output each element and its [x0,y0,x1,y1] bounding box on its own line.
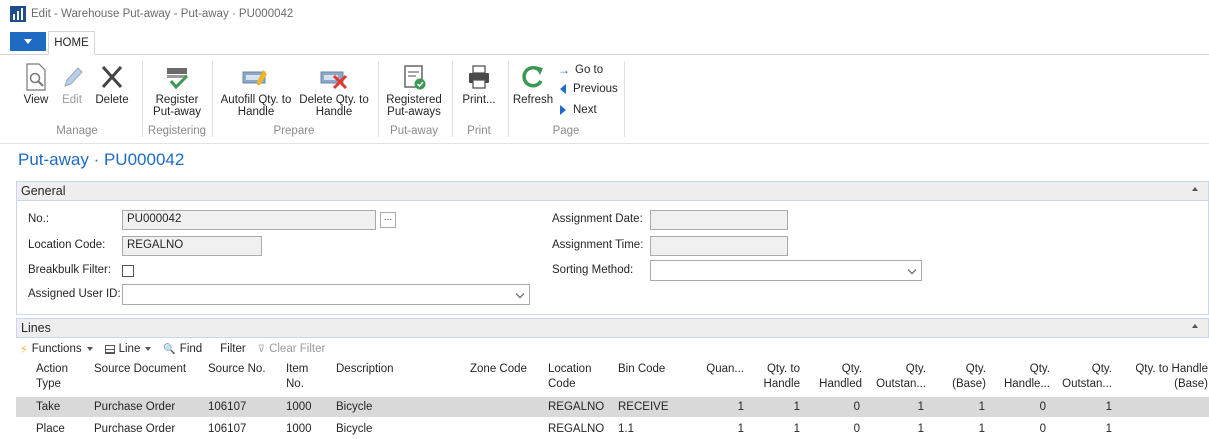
col-action-type[interactable]: Action Type [36,362,68,392]
tab-home[interactable]: HOME [48,31,95,55]
col-item-no[interactable]: Item No. [286,362,308,392]
refresh-icon [522,66,543,88]
print-button[interactable]: Print... [456,63,502,106]
col-quantity[interactable]: Quan... [696,362,744,377]
chevron-down-icon [907,265,917,275]
general-section-header[interactable]: General [16,181,1209,201]
ribbon-separator [508,61,509,137]
col-qty-base[interactable]: Qty. (Base) [940,362,986,392]
ribbon-separator [624,61,625,137]
group-label-manage: Manage [56,125,98,137]
refresh-button[interactable]: Refresh [512,63,554,106]
window-title: Edit - Warehouse Put-away - Put-away · P… [31,8,294,20]
autofill-qty-to-handle-button[interactable]: Autofill Qty. to Handle [216,63,296,118]
view-icon [26,63,46,91]
filter-button[interactable]: Filter [220,343,246,355]
pencil-icon [64,67,83,87]
group-label-print: Print [467,125,491,137]
group-label-registering: Registering [147,125,207,137]
assignment-date-field[interactable] [650,210,788,230]
col-zone-code[interactable]: Zone Code [470,362,527,377]
delete-button[interactable]: Delete [92,63,132,106]
registered-putaways-button[interactable]: Registered Put-aways [382,63,446,118]
binoculars-icon: 🔍 [163,343,176,355]
ribbon-separator [452,61,453,137]
title-bar: Edit - Warehouse Put-away - Put-away · P… [0,0,1209,28]
register-icon [167,68,189,90]
assigned-user-id-dropdown[interactable] [122,284,530,305]
delete-qty-icon [320,71,348,90]
delete-x-icon [101,65,123,89]
grid-icon [104,344,115,354]
group-label-page: Page [552,125,580,137]
assignment-time-label: Assignment Time: [552,239,644,251]
sorting-method-dropdown[interactable] [650,260,922,281]
col-qty-handled-base[interactable]: Qty. Handle... [1002,362,1050,392]
no-label: No.: [28,213,50,225]
col-qty-outstanding[interactable]: Qty. Outstan... [876,362,926,392]
funnel-clear-icon: ⊽ [257,343,266,355]
table-row[interactable]: Place Purchase Order 106107 1000 Bicycle… [16,419,1209,439]
ribbon-tab-row: HOME [0,28,1209,55]
chevron-down-icon [86,347,93,351]
assignment-date-label: Assignment Date: [552,213,643,225]
assignment-time-field[interactable] [650,236,788,256]
line-menu[interactable]: Line [104,343,152,355]
triangle-left-icon [560,84,566,94]
group-label-prepare: Prepare [273,125,315,137]
table-row[interactable]: Take Purchase Order 106107 1000 Bicycle … [16,397,1209,417]
collapse-icon[interactable] [1192,187,1198,191]
breakbulk-filter-checkbox[interactable] [122,265,134,277]
delete-qty-to-handle-button[interactable]: Delete Qty. to Handle [298,63,370,118]
chevron-down-icon [515,289,525,299]
ribbon-separator [212,61,213,137]
register-putaway-button[interactable]: Register Put-away [146,63,208,118]
collapse-icon[interactable] [1192,324,1198,328]
col-qty-handled[interactable]: Qty. Handled [812,362,862,392]
lookup-button[interactable]: ... [380,212,396,228]
col-description[interactable]: Description [336,362,394,377]
view-button[interactable]: View [20,63,52,106]
triangle-right-icon [560,105,566,115]
col-bin-code[interactable]: Bin Code [618,362,665,377]
assigned-user-id-label: Assigned User ID: [28,288,121,300]
ribbon-separator [142,61,143,137]
clear-filter-button[interactable]: ⊽ Clear Filter [258,343,326,355]
chevron-down-icon [145,347,152,351]
sorting-method-label: Sorting Method: [552,264,634,276]
no-field[interactable]: PU000042 [122,210,376,230]
app-logo-icon [10,6,26,22]
breakbulk-filter-label: Breakbulk Filter: [28,264,112,276]
page-title: Put-away · PU000042 [18,150,185,169]
goto-button[interactable]: → Go to [558,63,603,77]
file-menu-button[interactable] [10,32,46,51]
ribbon: View Edit Delete Manage Register Put-awa… [0,55,1209,144]
col-qty-to-handle[interactable]: Qty. to Handle [754,362,800,392]
col-source-document[interactable]: Source Document [94,362,186,377]
edit-button[interactable]: Edit [56,63,88,106]
col-qty-outstanding-base[interactable]: Qty. Outstan... [1062,362,1112,392]
ribbon-separator [378,61,379,137]
next-button[interactable]: Next [560,104,597,116]
lightning-icon: ⚡ [20,343,28,356]
printer-icon [469,65,489,89]
previous-button[interactable]: Previous [560,83,618,95]
lines-toolbar: ⚡ Functions Line 🔍 Find Filter ⊽ Clear F… [16,341,1209,357]
group-label-putaway: Put-away [390,125,438,137]
location-code-field[interactable]: REGALNO [122,236,262,256]
col-qty-to-handle-base[interactable]: Qty. to Handle (Base) [1122,362,1208,392]
col-location-code[interactable]: Location Code [548,362,591,392]
col-source-no[interactable]: Source No. [208,362,266,377]
lines-table-header: Action Type Source Document Source No. It… [16,359,1209,395]
registered-doc-icon [404,65,426,90]
functions-menu[interactable]: ⚡ Functions [20,343,93,356]
find-button[interactable]: 🔍 Find [163,343,202,355]
arrow-right-icon: → [558,63,570,77]
location-code-label: Location Code: [28,239,106,251]
lines-section-header[interactable]: Lines [16,318,1209,338]
chevron-down-icon [24,39,32,44]
autofill-icon [242,70,267,85]
